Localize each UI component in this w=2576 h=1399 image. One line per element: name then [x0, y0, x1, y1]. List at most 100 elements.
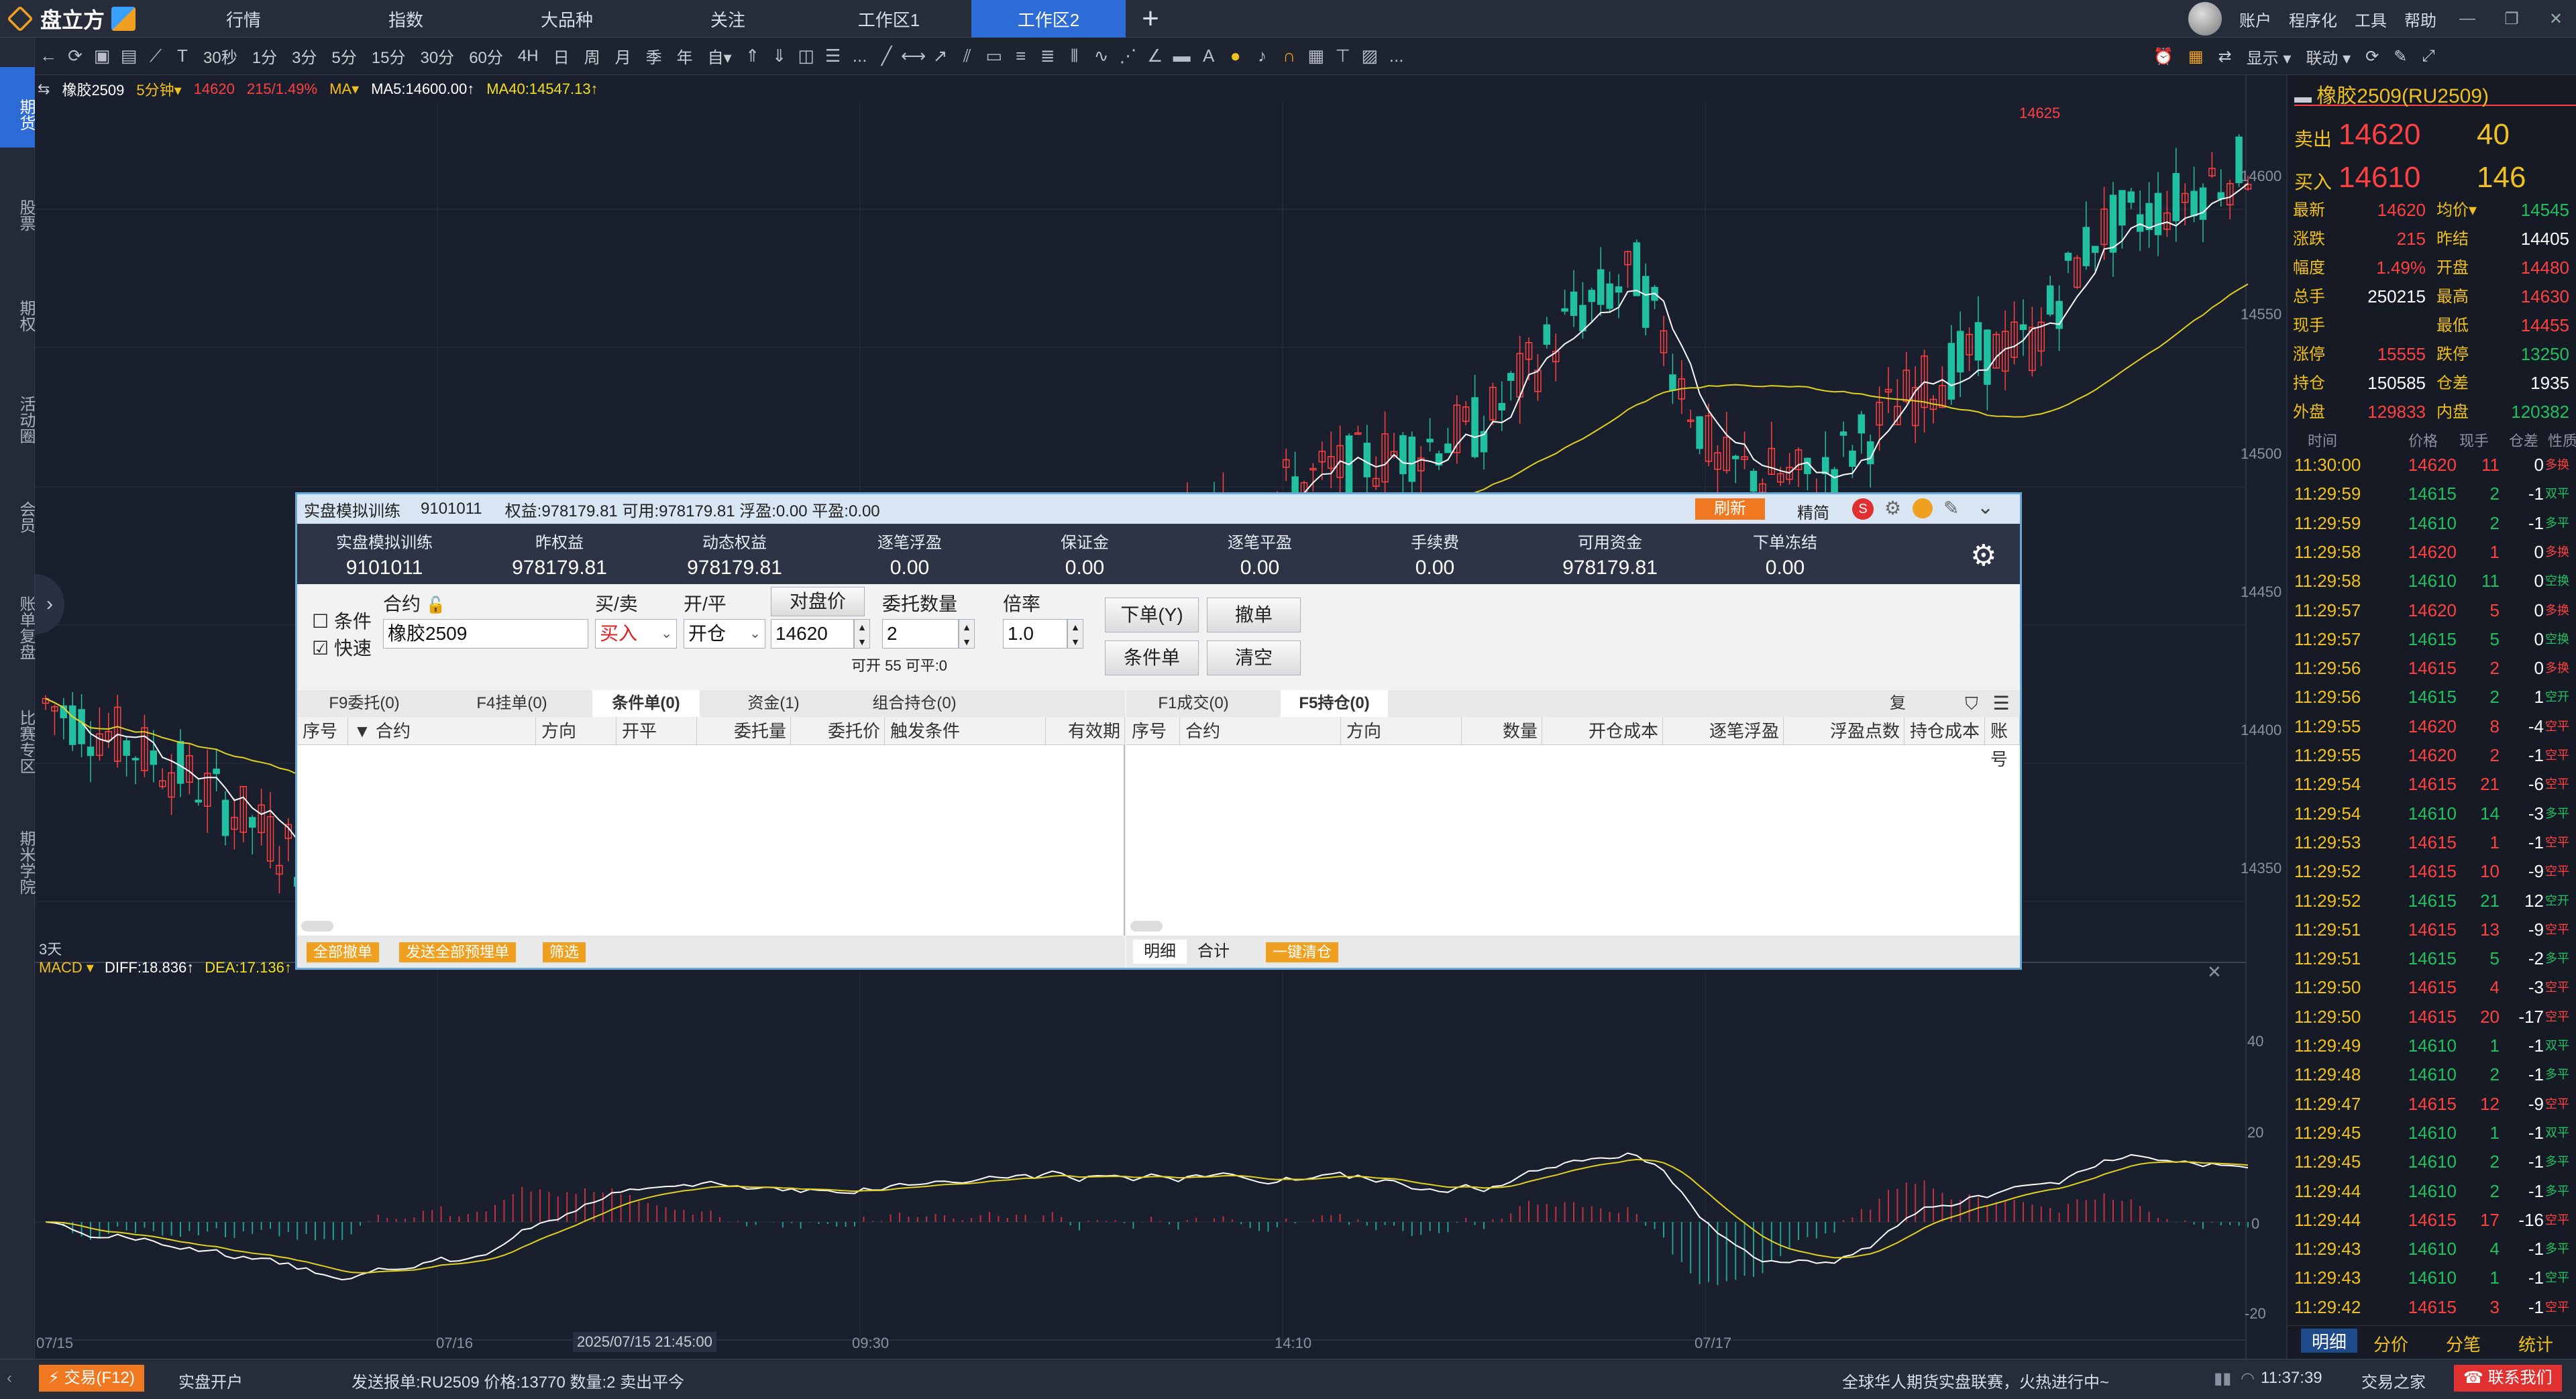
layout-icon[interactable]: ☰: [820, 46, 847, 66]
tab-positions[interactable]: F5持仓(0): [1281, 690, 1388, 717]
tick-row[interactable]: 11:29:53 14615 1 -1 空平: [2288, 828, 2576, 857]
period-week[interactable]: 周: [577, 44, 608, 68]
bars-tool-icon[interactable]: ⦀: [1061, 46, 1088, 67]
tab-workspace1[interactable]: 工作区1: [839, 0, 939, 38]
menu-program[interactable]: 程序化: [2289, 7, 2337, 31]
tick-row[interactable]: 11:29:55 14620 2 -1 空平: [2288, 741, 2576, 770]
tab-detail[interactable]: 明细: [2301, 1329, 2357, 1353]
tick-row[interactable]: 11:29:51 14615 5 -2 多平: [2288, 944, 2576, 973]
tick-row[interactable]: 11:29:58 14610 11 0 空换: [2288, 567, 2576, 596]
tab-pending[interactable]: F4挂单(0): [458, 690, 566, 717]
tab-watch[interactable]: 关注: [698, 0, 758, 38]
tab-copy[interactable]: 复: [1884, 690, 1911, 717]
tab-orders[interactable]: F9委托(0): [311, 690, 418, 717]
cond-checkbox[interactable]: ☐ 条件: [312, 607, 372, 634]
zoom-in-icon[interactable]: ⇑: [739, 46, 766, 66]
add-tab-icon[interactable]: +: [1134, 0, 1167, 38]
collapse-icon[interactable]: ▬: [2294, 87, 2316, 107]
tick-row[interactable]: 11:29:52 14615 21 12 空开: [2288, 887, 2576, 915]
link-dropdown[interactable]: 联动 ▾: [2306, 45, 2351, 68]
bell-icon[interactable]: ♪: [1249, 46, 1276, 66]
tab-detail[interactable]: 明细: [1133, 940, 1187, 964]
dialog-titlebar[interactable]: 实盘模拟训练 9101011 权益:978179.81 可用:978179.81…: [297, 494, 2020, 524]
more-tools-icon[interactable]: ...: [1383, 46, 1410, 66]
filter-icon[interactable]: ▼: [354, 721, 376, 741]
collapse-dialog-icon[interactable]: ⌄: [1977, 496, 1994, 519]
back-icon[interactable]: ←: [35, 46, 62, 66]
settings-icon[interactable]: ⚙: [1884, 497, 1901, 519]
tab-price-dist[interactable]: 分价: [2373, 1331, 2408, 1356]
cancel-all-button[interactable]: 全部撤单: [307, 942, 380, 962]
sidebar-item-member[interactable]: 会员: [0, 473, 35, 547]
tick-row[interactable]: 11:29:50 14615 4 -3 空平: [2288, 973, 2576, 1002]
col-contract[interactable]: ▼ 合约: [348, 717, 536, 745]
tick-row[interactable]: 11:29:51 14615 13 -9 空平: [2288, 915, 2576, 944]
col-float-pnl[interactable]: 逐笔浮盈: [1663, 717, 1784, 745]
edit-icon[interactable]: ✎: [2394, 47, 2407, 66]
tick-row[interactable]: 11:29:56 14615 2 0 多换: [2288, 654, 2576, 683]
period-4h[interactable]: 4H: [511, 47, 546, 66]
sidebar-item-options[interactable]: 期权: [0, 272, 35, 346]
tab-stats[interactable]: 统计: [2518, 1331, 2553, 1356]
period-year[interactable]: 年: [669, 44, 700, 68]
positions-scrollbar[interactable]: [1130, 921, 1163, 932]
period-quarter[interactable]: 季: [639, 44, 669, 68]
period-30m[interactable]: 30分: [413, 44, 462, 68]
tick-row[interactable]: 11:29:43 14610 4 -1 多平: [2288, 1235, 2576, 1264]
tick-row[interactable]: 11:29:47 14615 12 -9 空平: [2288, 1090, 2576, 1119]
rect-tool-icon[interactable]: ▭: [981, 46, 1008, 66]
text-tool-icon[interactable]: A: [1195, 46, 1222, 66]
fib-tool-icon[interactable]: ≡: [1008, 46, 1034, 66]
tab-fills[interactable]: F1成交(0): [1140, 690, 1247, 717]
zoom-out-icon[interactable]: ⇓: [766, 46, 793, 66]
tab-funds[interactable]: 资金(1): [727, 690, 820, 717]
side-select[interactable]: 买入 ⌄: [595, 619, 677, 649]
col-validity[interactable]: 有效期: [1046, 717, 1125, 745]
price-input[interactable]: 14620: [771, 619, 854, 649]
tick-row[interactable]: 11:29:59 14615 2 -1 双平: [2288, 480, 2576, 508]
menu-help[interactable]: 帮助: [2404, 7, 2436, 31]
filter-button[interactable]: 筛选: [543, 942, 586, 962]
cancel-order-button[interactable]: 撤单: [1207, 598, 1301, 632]
refresh-icon[interactable]: ⟳: [62, 46, 89, 66]
col-float-points[interactable]: 浮盈点数: [1784, 717, 1904, 745]
macd-dropdown[interactable]: MACD ▾: [39, 959, 94, 979]
sidebar-item-stocks[interactable]: 股票: [0, 172, 35, 245]
sidebar-item-futures[interactable]: 期货: [0, 67, 35, 148]
col-direction[interactable]: 方向: [1341, 717, 1462, 745]
avatar[interactable]: [2188, 2, 2222, 36]
close-all-button[interactable]: 一键清仓: [1266, 942, 1339, 962]
tab-total[interactable]: 合计: [1197, 940, 1230, 964]
parallel-tool-icon[interactable]: ⫽: [954, 46, 981, 67]
period-3m[interactable]: 3分: [284, 44, 324, 68]
alert-icon[interactable]: S: [1852, 498, 1874, 520]
col-account[interactable]: 账号: [1985, 717, 2020, 769]
contract-input[interactable]: 橡胶2509: [383, 619, 588, 649]
col-trigger[interactable]: 触发条件: [885, 717, 1046, 745]
line-tool-icon[interactable]: ╱: [873, 46, 900, 66]
period-month[interactable]: 月: [608, 44, 639, 68]
period-60m[interactable]: 60分: [462, 44, 511, 68]
alarm-icon[interactable]: ⏰: [2153, 47, 2174, 66]
send-all-button[interactable]: 发送全部预埋单: [399, 942, 517, 962]
tick-row[interactable]: 11:29:44 14615 17 -16 空平: [2288, 1206, 2576, 1235]
tab-quotes[interactable]: 行情: [213, 0, 274, 38]
col-qty[interactable]: 数量: [1462, 717, 1542, 745]
trade-dialog[interactable]: 实盘模拟训练 9101011 权益:978179.81 可用:978179.81…: [295, 492, 2022, 970]
close-icon[interactable]: ✕: [2542, 9, 2569, 29]
menu-tools[interactable]: 工具: [2355, 7, 2387, 31]
split-icon[interactable]: ◫: [793, 46, 820, 66]
gann-tool-icon[interactable]: ≣: [1034, 46, 1061, 66]
edit-icon[interactable]: ✎: [1943, 497, 1959, 519]
tab-combo[interactable]: 组合持仓(0): [847, 690, 981, 717]
place-order-button[interactable]: 下单(Y): [1105, 598, 1199, 632]
stats-settings-icon[interactable]: ⚙: [1970, 539, 1996, 573]
chart-compare-icon[interactable]: ⇆: [38, 80, 50, 98]
tick-row[interactable]: 11:29:44 14610 2 -1 多平: [2288, 1177, 2576, 1206]
sync-icon[interactable]: ⟳: [2365, 47, 2379, 66]
tick-row[interactable]: 11:29:54 14615 21 -6 空平: [2288, 770, 2576, 799]
tick-row[interactable]: 11:30:00 14620 11 0 多换: [2288, 451, 2576, 480]
tick-row[interactable]: 11:29:49 14610 1 -1 双平: [2288, 1031, 2576, 1060]
qty-stepper[interactable]: ▲ ▼: [959, 619, 975, 649]
period-custom[interactable]: 自▾: [700, 44, 739, 68]
